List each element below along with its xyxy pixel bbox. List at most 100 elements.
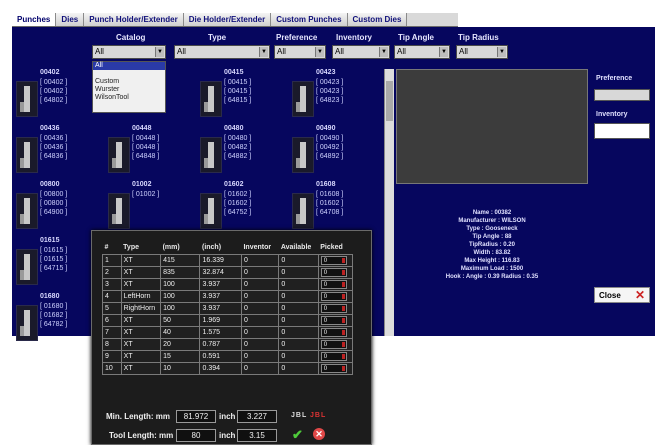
info-max-load: Maximum Load : 1500 — [460, 266, 524, 272]
cancel-x-icon[interactable]: ✕ — [313, 428, 325, 440]
side-preference-select[interactable] — [594, 89, 650, 101]
stepper-arrow-icon[interactable] — [341, 269, 345, 275]
tool-code: 00415 — [224, 69, 244, 76]
min-length-inch-field[interactable]: 3.227 — [237, 410, 277, 423]
tool-card[interactable]: 01615 [ 01615 ] [ 01615 ] [ 64715 ] — [12, 237, 102, 293]
tool-variant-code: [ 00415 ] — [224, 79, 252, 86]
tool-card[interactable]: 00800 [ 00800 ] [ 00800 ] [ 64900 ] — [12, 181, 102, 237]
picked-stepper[interactable]: 0 — [320, 327, 347, 337]
stepper-arrow-icon[interactable] — [341, 329, 345, 335]
stepper-arrow-icon[interactable] — [341, 281, 345, 287]
cell-available: 0 — [278, 253, 319, 267]
stepper-arrow-icon[interactable] — [341, 365, 345, 371]
tool-length-label: Tool Length: mm — [109, 431, 174, 440]
catalog-option-wilsontool[interactable]: WilsonTool — [93, 94, 165, 102]
side-inventory-input[interactable] — [594, 123, 650, 139]
confirm-check-icon[interactable]: ✔ — [292, 428, 303, 441]
table-row: 5 RightHorn 100 3.937 0 0 0 — [102, 301, 354, 315]
tool-card[interactable]: 00480 [ 00480 ] [ 00482 ] [ 64882 ] — [196, 125, 286, 181]
tool-length-mm-field[interactable]: 80 — [176, 429, 216, 442]
preference-select[interactable]: All ▼ — [274, 45, 326, 59]
picked-stepper[interactable]: 0 — [320, 267, 347, 277]
stepper-arrow-icon[interactable] — [341, 341, 345, 347]
min-length-mm-field[interactable]: 81.972 — [176, 410, 216, 423]
cell-number: 8 — [102, 337, 122, 351]
punch-tool-icon — [16, 249, 38, 285]
tool-card[interactable]: 01602 [ 01602 ] [ 01602 ] [ 64752 ] — [196, 181, 286, 237]
picked-stepper[interactable]: 0 — [320, 279, 347, 289]
catalog-option-all[interactable]: All — [93, 62, 165, 70]
picked-stepper[interactable]: 0 — [320, 255, 347, 265]
picked-value: 0 — [323, 353, 328, 360]
catalog-option-custom[interactable]: Custom — [93, 78, 165, 86]
tool-card[interactable]: 01002 [ 01002 ] — [104, 181, 194, 237]
cell-inch: 1.575 — [199, 325, 242, 339]
tool-card[interactable]: 01608 [ 01608 ] [ 01602 ] [ 64708 ] — [288, 181, 378, 237]
cell-available: 0 — [278, 325, 319, 339]
stepper-arrow-icon[interactable] — [341, 293, 345, 299]
cell-type: XT — [120, 337, 162, 351]
grid-scrollbar[interactable] — [384, 69, 394, 336]
inventory-select[interactable]: All ▼ — [332, 45, 390, 59]
cell-picked: 0 — [317, 313, 354, 327]
picked-value: 0 — [323, 341, 328, 348]
cell-mm: 100 — [160, 289, 201, 303]
tool-variant-code: [ 01615 ] — [40, 256, 68, 263]
tool-card[interactable]: 00423 [ 00423 ] [ 00423 ] [ 64823 ] — [288, 69, 378, 125]
cell-mm: 15 — [160, 349, 201, 363]
table-row: 2 XT 835 32.874 0 0 0 — [102, 265, 354, 279]
tool-card[interactable]: 00490 [ 00490 ] [ 00492 ] [ 64892 ] — [288, 125, 378, 181]
close-button[interactable]: Close ✕ — [594, 287, 650, 303]
tip-radius-select[interactable]: All ▼ — [456, 45, 508, 59]
tool-variant-code: [ 00448 ] — [132, 135, 160, 142]
table-row: 10 XT 10 0.394 0 0 0 — [102, 361, 354, 375]
tab-dies[interactable]: Dies — [56, 13, 85, 26]
picked-stepper[interactable]: 0 — [320, 291, 347, 301]
tool-length-inch-field[interactable]: 3.15 — [237, 429, 277, 442]
side-inventory-label: Inventory — [596, 111, 628, 118]
tool-variant-code: [ 01602 ] — [224, 200, 252, 207]
tool-card[interactable]: 00436 [ 00436 ] [ 00436 ] [ 64836 ] — [12, 125, 102, 181]
stepper-arrow-icon[interactable] — [341, 257, 345, 263]
preference-select-value: All — [277, 47, 286, 56]
picked-stepper[interactable]: 0 — [320, 315, 347, 325]
chevron-down-icon: ▼ — [439, 47, 448, 57]
picked-stepper[interactable]: 0 — [320, 363, 347, 373]
picked-stepper[interactable]: 0 — [320, 303, 347, 313]
tool-code: 01608 — [316, 181, 336, 188]
tool-variant-code: [ 64892 ] — [316, 153, 344, 160]
picked-value: 0 — [323, 269, 328, 276]
picked-stepper[interactable]: 0 — [320, 351, 347, 361]
scrollbar-thumb[interactable] — [386, 81, 393, 121]
tool-card[interactable]: 00448 [ 00448 ] [ 00448 ] [ 64848 ] — [104, 125, 194, 181]
table-row: 1 XT 415 16.339 0 0 0 — [102, 253, 354, 267]
tab-custom-dies[interactable]: Custom Dies — [347, 13, 408, 26]
col-type: Type — [123, 244, 139, 252]
tool-card[interactable]: 01680 [ 01680 ] [ 01682 ] [ 64782 ] — [12, 293, 102, 349]
info-name: Name : 00382 — [472, 210, 512, 216]
type-select[interactable]: All ▼ — [174, 45, 270, 59]
side-preference-label: Preference — [596, 75, 633, 82]
cell-inch: 0.394 — [199, 361, 242, 375]
tab-custom-punches[interactable]: Custom Punches — [271, 13, 348, 26]
tool-code: 00490 — [316, 125, 336, 132]
tab-punch-holder-extender[interactable]: Punch Holder/Extender — [84, 13, 184, 26]
catalog-option-wurster[interactable]: Wurster — [93, 86, 165, 94]
stepper-arrow-icon[interactable] — [341, 317, 345, 323]
cell-type: XT — [120, 265, 162, 279]
picked-stepper[interactable]: 0 — [320, 339, 347, 349]
cell-available: 0 — [278, 301, 319, 315]
tool-card[interactable]: 00402 [ 00402 ] [ 00402 ] [ 64802 ] — [12, 69, 102, 125]
tool-card[interactable]: 00415 [ 00415 ] [ 00415 ] [ 64815 ] — [196, 69, 286, 125]
stepper-arrow-icon[interactable] — [341, 353, 345, 359]
tab-punches[interactable]: Punches — [12, 13, 57, 26]
catalog-select[interactable]: All ▼ — [92, 45, 166, 59]
cell-picked: 0 — [317, 253, 354, 267]
stepper-arrow-icon[interactable] — [341, 305, 345, 311]
tip-angle-select[interactable]: All ▼ — [394, 45, 450, 59]
segments-table-body: 1 XT 415 16.339 0 0 0 2 XT 835 32.874 0 0 0 3 XT 100 3.93… — [102, 253, 354, 375]
tab-die-holder-extender[interactable]: Die Holder/Extender — [183, 13, 272, 26]
tool-variant-code: [ 64715 ] — [40, 265, 68, 272]
col-available: Available — [280, 244, 312, 252]
tool-variant-code: [ 00492 ] — [316, 144, 344, 151]
